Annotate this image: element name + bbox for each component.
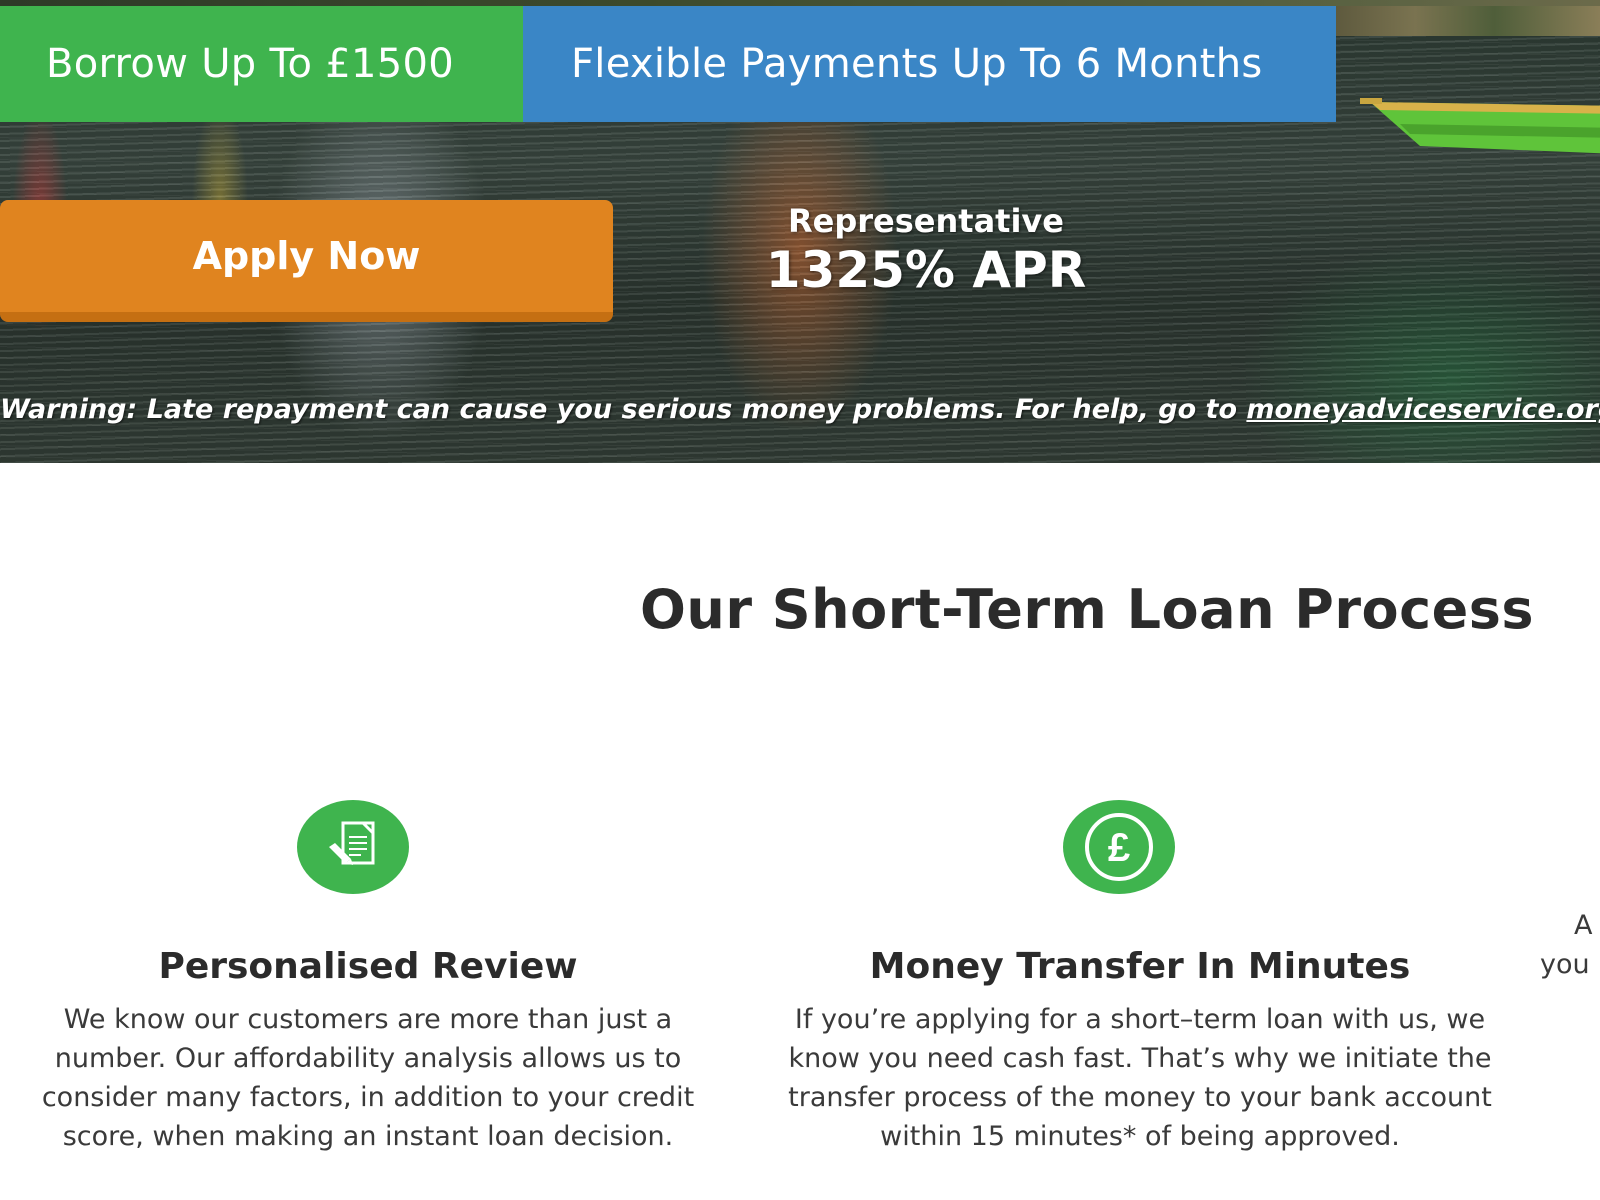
process-card-personalised-review: Personalised Review We know our customer… xyxy=(8,800,728,1156)
svg-text:£: £ xyxy=(1108,826,1130,870)
flexible-payments-banner: Flexible Payments Up To 6 Months xyxy=(523,6,1336,122)
representative-apr: Representative 1325% APR xyxy=(726,200,1126,298)
repayment-warning: Warning: Late repayment can cause you se… xyxy=(0,390,1600,430)
card-text: If you’re applying for a short–term loan… xyxy=(788,1004,1492,1152)
card-text-partial: A you xyxy=(1540,906,1600,984)
card-title: Money Transfer In Minutes xyxy=(869,946,1411,987)
section-title: Our Short-Term Loan Process xyxy=(640,578,1535,641)
pound-coin-icon: £ xyxy=(1063,800,1175,894)
process-card-third-partial: A you xyxy=(1540,800,1600,984)
warning-text: Warning: Late repayment can cause you se… xyxy=(0,394,1247,425)
boat-image xyxy=(1360,98,1600,154)
card-text: We know our customers are more than just… xyxy=(41,1004,695,1152)
card-text-line: A xyxy=(1574,910,1593,941)
borrow-banner: Borrow Up To £1500 xyxy=(0,6,523,122)
document-pen-icon xyxy=(297,800,409,894)
hero-foliage xyxy=(1336,6,1600,36)
card-title: Personalised Review xyxy=(158,946,578,987)
process-card-money-transfer: £ Money Transfer In Minutes If you’re ap… xyxy=(780,800,1500,1156)
money-advice-link[interactable]: moneyadviceservice.org.uk. xyxy=(1246,394,1600,425)
apr-value: 1325% APR xyxy=(765,241,1087,299)
card-text-line: you xyxy=(1540,949,1590,980)
hero-section: Borrow Up To £1500 Flexible Payments Up … xyxy=(0,0,1600,463)
apr-label: Representative xyxy=(788,202,1064,240)
apply-now-button[interactable]: Apply Now xyxy=(0,200,613,322)
